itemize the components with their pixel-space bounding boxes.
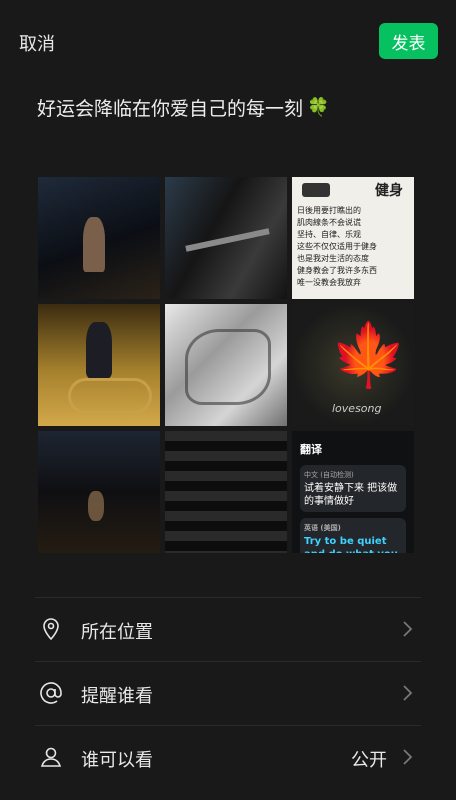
mention-row[interactable]: 提醒谁看 bbox=[35, 661, 421, 725]
dumbbell-icon bbox=[302, 183, 330, 197]
photo-thumbnail[interactable]: 🍁 lovesong bbox=[292, 304, 414, 426]
photo-line: 健身教会了我许多东西 bbox=[297, 266, 377, 275]
photo-line: 日後用要打瞧出的 bbox=[297, 206, 361, 215]
target-text: Try to be quiet and do what you have to … bbox=[304, 536, 398, 553]
source-language-label: 中文 (自动检测) bbox=[304, 471, 354, 479]
photo-thumbnail[interactable] bbox=[38, 304, 160, 426]
photo-thumbnail[interactable] bbox=[38, 431, 160, 553]
photo-thumbnail[interactable] bbox=[165, 304, 287, 426]
chevron-right-icon bbox=[403, 621, 413, 637]
photo-line: 肌肉線条不会说谎 bbox=[297, 218, 361, 227]
photo-text: lovesong bbox=[332, 402, 382, 415]
caption-text: 好运会降临在你爱自己的每一刻 bbox=[37, 98, 304, 120]
photo-line: 唯一没教会我放弃 bbox=[297, 278, 361, 287]
photo-grid: 健身 日後用要打瞧出的 肌肉線条不会说谎 坚持、自律、乐观 这些不仅仅适用于健身… bbox=[38, 177, 418, 557]
person-icon bbox=[40, 747, 62, 767]
cancel-button[interactable]: 取消 bbox=[19, 30, 55, 56]
source-text: 试着安静下来 把该做的事情做好 bbox=[304, 483, 398, 507]
mention-label: 提醒谁看 bbox=[81, 686, 153, 707]
location-row[interactable]: 所在位置 bbox=[35, 597, 421, 661]
translate-title: 翻译 bbox=[300, 443, 322, 456]
photo-thumbnail[interactable]: 健身 日後用要打瞧出的 肌肉線条不会说谎 坚持、自律、乐观 这些不仅仅适用于健身… bbox=[292, 177, 414, 299]
photo-line: 也是我对生活的态度 bbox=[297, 254, 369, 263]
translate-source-card: 中文 (自动检测) 试着安静下来 把该做的事情做好 bbox=[300, 465, 406, 512]
at-sign-icon bbox=[40, 682, 62, 704]
photo-thumbnail[interactable] bbox=[165, 177, 287, 299]
publish-button[interactable]: 发表 bbox=[379, 23, 438, 59]
target-language-label: 英语 (美国) bbox=[304, 524, 341, 532]
visibility-value: 公开 bbox=[351, 750, 387, 771]
options-list: 所在位置 提醒谁看 谁可以看 公开 bbox=[0, 597, 456, 789]
top-bar: 取消 发表 bbox=[0, 0, 456, 84]
photo-line: 坚持、自律、乐观 bbox=[297, 230, 361, 239]
location-pin-icon bbox=[43, 618, 59, 641]
visibility-label: 谁可以看 bbox=[81, 750, 153, 771]
translate-target-card: 英语 (美国) Try to be quiet and do what you … bbox=[300, 518, 406, 553]
post-caption[interactable]: 好运会降临在你爱自己的每一刻 🍀 bbox=[37, 94, 329, 121]
photo-thumbnail[interactable]: 翻译 中文 (自动检测) 试着安静下来 把该做的事情做好 英语 (美国) Try… bbox=[292, 431, 414, 553]
chevron-right-icon bbox=[403, 685, 413, 701]
clover-emoji-icon: 🍀 bbox=[307, 97, 330, 118]
visibility-row[interactable]: 谁可以看 公开 bbox=[35, 725, 421, 789]
photo-line: 这些不仅仅适用于健身 bbox=[297, 242, 377, 251]
chevron-right-icon bbox=[403, 749, 413, 765]
location-label: 所在位置 bbox=[81, 622, 153, 643]
photo-thumbnail[interactable] bbox=[38, 177, 160, 299]
photo-thumbnail[interactable] bbox=[165, 431, 287, 553]
maple-leaf-icon: 🍁 bbox=[330, 318, 408, 391]
